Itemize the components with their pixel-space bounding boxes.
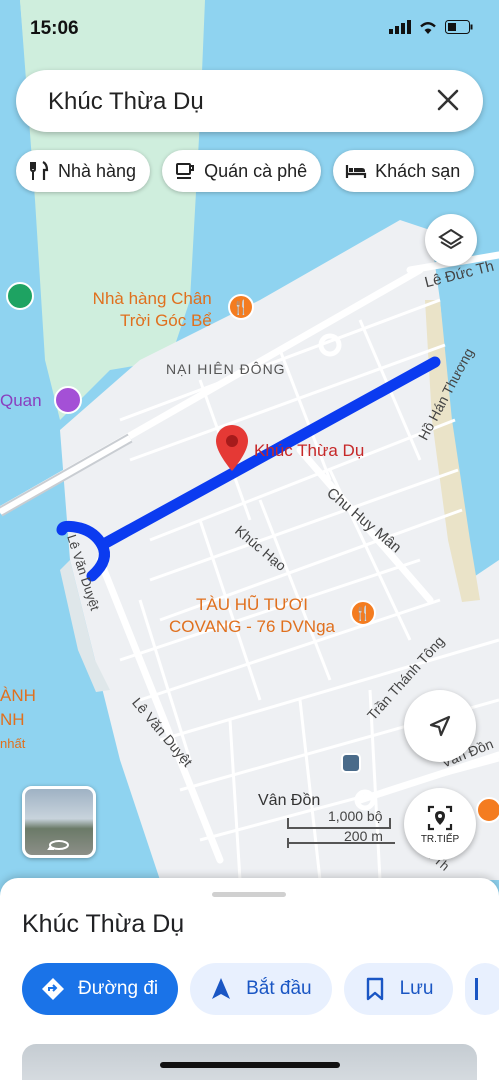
street-label-le-van-duyet: Lê Văn Duyệt: [64, 532, 103, 613]
chip-restaurants[interactable]: Nhà hàng: [16, 150, 151, 192]
location-arrow-icon: [429, 715, 451, 737]
transit-pin-icon[interactable]: [6, 282, 34, 310]
district-label: NẠI HIÊN ĐÔNG: [166, 361, 286, 377]
poi-line: Trời Góc Bể: [120, 311, 212, 330]
layers-icon: [438, 228, 464, 250]
street-view-icon: [47, 840, 69, 850]
poi-line: Nhà hàng Chân: [92, 289, 212, 308]
next-button[interactable]: TR.TIẾP: [404, 788, 476, 860]
poi-nha-hang-label[interactable]: Nhà hàng Chân Trời Góc Bể: [90, 288, 212, 332]
selected-pin-icon[interactable]: [216, 425, 248, 471]
camera-pin-icon[interactable]: [54, 386, 82, 414]
status-bar: 15:06: [0, 0, 499, 60]
place-sheet[interactable]: Khúc Thừa Dụ Đường đi Bắt đầu Lưu: [0, 878, 499, 1080]
coffee-cup-icon: [176, 163, 195, 179]
coffee-pin-icon[interactable]: [476, 797, 499, 823]
street-label-le-van-duyet-2: Lê Văn Duyệt: [129, 694, 196, 770]
status-time: 15:06: [30, 18, 79, 39]
area-label-nh: NH: [0, 710, 25, 729]
directions-button[interactable]: Đường đi: [22, 963, 179, 1015]
poi-quan-label[interactable]: Quan: [0, 391, 42, 411]
bookmark-icon: [366, 977, 383, 1001]
scale-meters: 200 m: [344, 828, 383, 844]
wifi-icon: [419, 20, 437, 39]
street-label-ho-han-thuong: Hồ Hán Thương: [414, 345, 477, 443]
my-location-button[interactable]: [404, 690, 476, 762]
restaurant-pin-icon[interactable]: 🍴: [350, 600, 376, 626]
chip-label: Nhà hàng: [58, 160, 137, 181]
chip-coffee[interactable]: Quán cà phê: [162, 150, 322, 192]
poi-tau-hu-label[interactable]: TÀU HŨ TƯƠI COVANG - 76 DVNga: [160, 594, 344, 638]
place-title: Khúc Thừa Dụ: [22, 910, 185, 938]
save-label: Lưu: [399, 978, 434, 999]
chip-label: Quán cà phê: [204, 160, 308, 181]
directions-label: Đường đi: [78, 978, 159, 999]
signal-icon: [389, 20, 411, 39]
start-button[interactable]: Bắt đầu: [190, 963, 332, 1015]
poi-line: TÀU HŨ TƯƠI: [196, 595, 308, 614]
directions-icon: [42, 978, 64, 1000]
next-label: TR.TIẾP: [420, 833, 460, 845]
sheet-handle[interactable]: [212, 892, 286, 897]
share-icon: [475, 978, 479, 1000]
area-label-anh: ÀNH: [0, 686, 36, 705]
search-query[interactable]: Khúc Thừa Dụ: [48, 88, 204, 116]
more-button[interactable]: [465, 963, 499, 1015]
scale-text: 1,000 bộ 200 m: [288, 808, 383, 844]
restaurant-pin-icon[interactable]: 🍴: [228, 294, 254, 320]
search-bar[interactable]: Khúc Thừa Dụ: [16, 70, 483, 132]
street-view-thumbnail[interactable]: [22, 786, 96, 858]
chip-label: Khách sạn: [375, 160, 461, 181]
scale-feet: 1,000 bộ: [328, 808, 383, 824]
street-label-khuc-hao: Khúc Hạo: [232, 522, 290, 574]
close-icon[interactable]: [435, 87, 461, 113]
battery-icon: [445, 20, 473, 39]
bed-icon: [346, 165, 367, 178]
fork-knife-icon: [30, 161, 49, 180]
action-row: Đường đi Bắt đầu Lưu: [22, 963, 499, 1015]
selected-place-label: Khúc Thừa Dụ: [254, 441, 365, 460]
bus-stop-icon[interactable]: [341, 753, 361, 773]
home-indicator: [160, 1062, 340, 1068]
category-chips: Nhà hàng Quán cà phê Khách sạn: [16, 150, 475, 192]
chip-hotels[interactable]: Khách sạn: [333, 150, 475, 192]
area-label-nhat: nhất: [0, 736, 26, 751]
layers-button[interactable]: [425, 214, 477, 266]
navigation-arrow-icon: [212, 978, 231, 999]
save-button[interactable]: Lưu: [343, 963, 454, 1015]
poi-line: COVANG - 76 DVNga: [169, 617, 335, 636]
start-label: Bắt đầu: [246, 978, 312, 999]
pin-scan-icon: [427, 805, 453, 830]
status-icons: [389, 20, 473, 39]
street-label-chu-huy-man: Chu Huy Mân: [323, 484, 405, 557]
